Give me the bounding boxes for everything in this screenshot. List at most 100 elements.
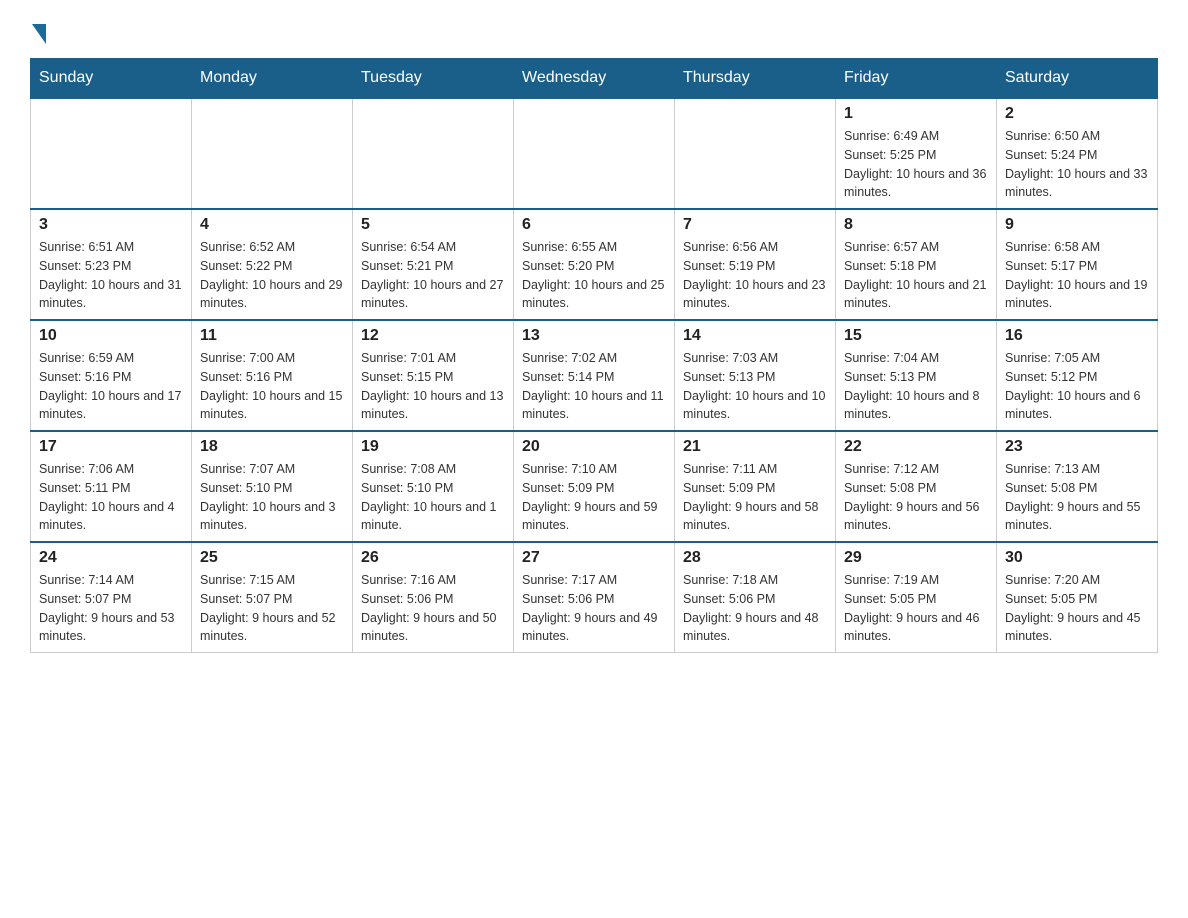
- day-of-week-header: Tuesday: [353, 59, 514, 99]
- day-number: 27: [522, 549, 666, 567]
- day-info: Sunrise: 6:50 AMSunset: 5:24 PMDaylight:…: [1005, 127, 1149, 202]
- day-number: 5: [361, 216, 505, 234]
- day-number: 8: [844, 216, 988, 234]
- calendar-cell: 10 Sunrise: 6:59 AMSunset: 5:16 PMDayligh…: [31, 320, 192, 431]
- day-number: 15: [844, 327, 988, 345]
- calendar-cell: 29 Sunrise: 7:19 AMSunset: 5:05 PMDayligh…: [836, 542, 997, 653]
- calendar-cell: [192, 98, 353, 209]
- day-info: Sunrise: 7:06 AMSunset: 5:11 PMDaylight:…: [39, 460, 183, 535]
- calendar-week-row: 3 Sunrise: 6:51 AMSunset: 5:23 PMDaylight…: [31, 209, 1158, 320]
- calendar-cell: 4 Sunrise: 6:52 AMSunset: 5:22 PMDaylight…: [192, 209, 353, 320]
- day-number: 16: [1005, 327, 1149, 345]
- day-info: Sunrise: 6:57 AMSunset: 5:18 PMDaylight:…: [844, 238, 988, 313]
- calendar-cell: 23Sunrise: 7:13 AMSunset: 5:08 PMDayligh…: [997, 431, 1158, 542]
- day-number: 10: [39, 327, 183, 345]
- calendar-cell: 15 Sunrise: 7:04 AMSunset: 5:13 PMDayligh…: [836, 320, 997, 431]
- page-header: [30, 20, 1158, 38]
- calendar-week-row: 17 Sunrise: 7:06 AMSunset: 5:11 PMDayligh…: [31, 431, 1158, 542]
- day-number: 14: [683, 327, 827, 345]
- header-row: SundayMondayTuesdayWednesdayThursdayFrid…: [31, 59, 1158, 99]
- day-of-week-header: Saturday: [997, 59, 1158, 99]
- day-info: Sunrise: 7:11 AMSunset: 5:09 PMDaylight:…: [683, 460, 827, 535]
- day-number: 28: [683, 549, 827, 567]
- day-info: Sunrise: 7:12 AMSunset: 5:08 PMDaylight:…: [844, 460, 988, 535]
- day-number: 26: [361, 549, 505, 567]
- day-info: Sunrise: 6:56 AMSunset: 5:19 PMDaylight:…: [683, 238, 827, 313]
- day-number: 21: [683, 438, 827, 456]
- day-info: Sunrise: 6:58 AMSunset: 5:17 PMDaylight:…: [1005, 238, 1149, 313]
- calendar-cell: 18 Sunrise: 7:07 AMSunset: 5:10 PMDayligh…: [192, 431, 353, 542]
- day-info: Sunrise: 7:03 AMSunset: 5:13 PMDaylight:…: [683, 349, 827, 424]
- day-of-week-header: Monday: [192, 59, 353, 99]
- day-number: 2: [1005, 105, 1149, 123]
- calendar-cell: 16Sunrise: 7:05 AMSunset: 5:12 PMDayligh…: [997, 320, 1158, 431]
- day-number: 9: [1005, 216, 1149, 234]
- calendar-cell: 21 Sunrise: 7:11 AMSunset: 5:09 PMDayligh…: [675, 431, 836, 542]
- calendar-cell: [675, 98, 836, 209]
- day-number: 4: [200, 216, 344, 234]
- day-number: 17: [39, 438, 183, 456]
- day-number: 12: [361, 327, 505, 345]
- day-number: 11: [200, 327, 344, 345]
- calendar-cell: 9 Sunrise: 6:58 AMSunset: 5:17 PMDaylight…: [997, 209, 1158, 320]
- calendar-week-row: 10 Sunrise: 6:59 AMSunset: 5:16 PMDayligh…: [31, 320, 1158, 431]
- calendar-week-row: 24Sunrise: 7:14 AMSunset: 5:07 PMDayligh…: [31, 542, 1158, 653]
- day-info: Sunrise: 7:19 AMSunset: 5:05 PMDaylight:…: [844, 571, 988, 646]
- calendar-cell: 30 Sunrise: 7:20 AMSunset: 5:05 PMDayligh…: [997, 542, 1158, 653]
- day-info: Sunrise: 7:18 AMSunset: 5:06 PMDaylight:…: [683, 571, 827, 646]
- day-number: 23: [1005, 438, 1149, 456]
- day-info: Sunrise: 6:51 AMSunset: 5:23 PMDaylight:…: [39, 238, 183, 313]
- calendar-cell: 27 Sunrise: 7:17 AMSunset: 5:06 PMDayligh…: [514, 542, 675, 653]
- calendar-cell: 25Sunrise: 7:15 AMSunset: 5:07 PMDayligh…: [192, 542, 353, 653]
- day-of-week-header: Thursday: [675, 59, 836, 99]
- calendar-cell: 14 Sunrise: 7:03 AMSunset: 5:13 PMDayligh…: [675, 320, 836, 431]
- calendar-body: 1 Sunrise: 6:49 AMSunset: 5:25 PMDaylight…: [31, 98, 1158, 653]
- calendar-cell: 8 Sunrise: 6:57 AMSunset: 5:18 PMDaylight…: [836, 209, 997, 320]
- calendar-cell: [514, 98, 675, 209]
- calendar-cell: 28 Sunrise: 7:18 AMSunset: 5:06 PMDayligh…: [675, 542, 836, 653]
- day-info: Sunrise: 7:07 AMSunset: 5:10 PMDaylight:…: [200, 460, 344, 535]
- day-info: Sunrise: 7:01 AMSunset: 5:15 PMDaylight:…: [361, 349, 505, 424]
- day-info: Sunrise: 6:49 AMSunset: 5:25 PMDaylight:…: [844, 127, 988, 202]
- day-info: Sunrise: 7:10 AMSunset: 5:09 PMDaylight:…: [522, 460, 666, 535]
- day-info: Sunrise: 7:16 AMSunset: 5:06 PMDaylight:…: [361, 571, 505, 646]
- calendar-cell: 3 Sunrise: 6:51 AMSunset: 5:23 PMDaylight…: [31, 209, 192, 320]
- calendar-cell: 12 Sunrise: 7:01 AMSunset: 5:15 PMDayligh…: [353, 320, 514, 431]
- day-number: 3: [39, 216, 183, 234]
- day-number: 20: [522, 438, 666, 456]
- day-number: 18: [200, 438, 344, 456]
- day-number: 6: [522, 216, 666, 234]
- day-of-week-header: Sunday: [31, 59, 192, 99]
- day-info: Sunrise: 7:00 AMSunset: 5:16 PMDaylight:…: [200, 349, 344, 424]
- logo-arrow-icon: [32, 24, 46, 44]
- day-info: Sunrise: 7:04 AMSunset: 5:13 PMDaylight:…: [844, 349, 988, 424]
- calendar-cell: [31, 98, 192, 209]
- day-number: 29: [844, 549, 988, 567]
- logo: [30, 20, 46, 38]
- day-number: 13: [522, 327, 666, 345]
- calendar-cell: 6 Sunrise: 6:55 AMSunset: 5:20 PMDaylight…: [514, 209, 675, 320]
- day-number: 1: [844, 105, 988, 123]
- day-number: 22: [844, 438, 988, 456]
- day-info: Sunrise: 7:20 AMSunset: 5:05 PMDaylight:…: [1005, 571, 1149, 646]
- day-info: Sunrise: 6:55 AMSunset: 5:20 PMDaylight:…: [522, 238, 666, 313]
- calendar-cell: 26 Sunrise: 7:16 AMSunset: 5:06 PMDayligh…: [353, 542, 514, 653]
- calendar-cell: 7 Sunrise: 6:56 AMSunset: 5:19 PMDaylight…: [675, 209, 836, 320]
- calendar-cell: 17 Sunrise: 7:06 AMSunset: 5:11 PMDayligh…: [31, 431, 192, 542]
- calendar-cell: [353, 98, 514, 209]
- calendar-cell: 2 Sunrise: 6:50 AMSunset: 5:24 PMDaylight…: [997, 98, 1158, 209]
- calendar-header: SundayMondayTuesdayWednesdayThursdayFrid…: [31, 59, 1158, 99]
- day-number: 7: [683, 216, 827, 234]
- day-of-week-header: Wednesday: [514, 59, 675, 99]
- day-info: Sunrise: 6:52 AMSunset: 5:22 PMDaylight:…: [200, 238, 344, 313]
- calendar-cell: 22 Sunrise: 7:12 AMSunset: 5:08 PMDayligh…: [836, 431, 997, 542]
- day-info: Sunrise: 7:17 AMSunset: 5:06 PMDaylight:…: [522, 571, 666, 646]
- day-info: Sunrise: 6:59 AMSunset: 5:16 PMDaylight:…: [39, 349, 183, 424]
- calendar-cell: 19Sunrise: 7:08 AMSunset: 5:10 PMDayligh…: [353, 431, 514, 542]
- calendar-table: SundayMondayTuesdayWednesdayThursdayFrid…: [30, 58, 1158, 653]
- day-number: 24: [39, 549, 183, 567]
- day-number: 25: [200, 549, 344, 567]
- day-number: 30: [1005, 549, 1149, 567]
- calendar-week-row: 1 Sunrise: 6:49 AMSunset: 5:25 PMDaylight…: [31, 98, 1158, 209]
- day-of-week-header: Friday: [836, 59, 997, 99]
